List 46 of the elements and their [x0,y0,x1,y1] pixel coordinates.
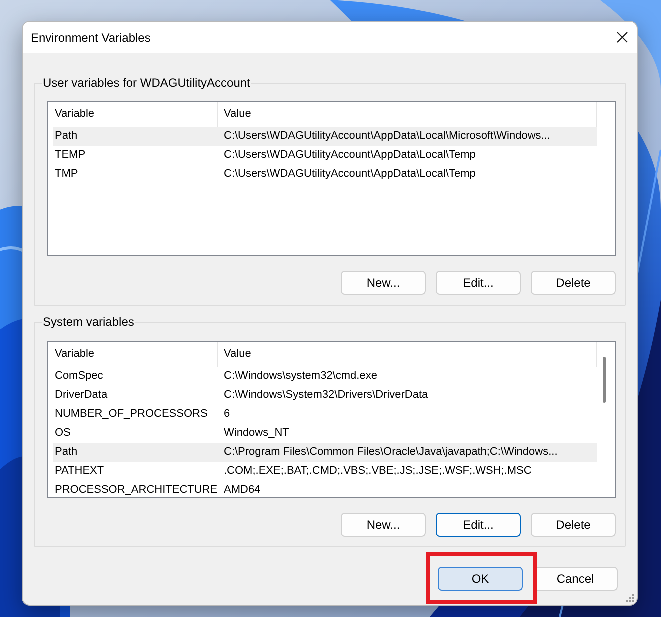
delete-button[interactable]: Delete [531,271,616,295]
edit-button[interactable]: Edit... [436,271,521,295]
list-row[interactable]: NUMBER_OF_PROCESSORS 6 [53,405,597,424]
value-cell-text: C:\Users\WDAGUtilityAccount\AppData\Local\Temp [223,148,477,163]
scrollbar-thumb[interactable] [603,357,606,403]
window-title: Environment Variables [31,30,151,46]
value-cell-text: C:\Users\WDAGUtilityAccount\AppData\Local\Temp [223,167,477,182]
column-header[interactable]: Variable [48,102,217,127]
value-cell-text: 6 [223,407,232,422]
list-row[interactable]: DriverData C:\Windows\System32\Drivers\DriverData [53,386,597,405]
resize-grip-icon[interactable] [626,594,634,602]
value-cell-text: C:\Windows\System32\Drivers\DriverData [223,388,430,403]
variable-cell-text: TMP [54,167,80,182]
group-label: System variables [42,315,136,329]
delete-button[interactable]: Delete [531,513,616,537]
value-cell-text: Windows_NT [223,426,290,441]
variable-cell-text: Path [54,129,79,144]
variable-cell-text: ComSpec [54,369,104,384]
variable-cell-text: TEMP [54,148,87,163]
value-cell-text: .COM;.EXE;.BAT;.CMD;.VBS;.VBE;.JS;.JSE;.WSF;.WSH;.MSC [223,464,533,479]
variable-cell-text: PROCESSOR_ARCHITECTURE [54,483,217,497]
column-header[interactable]: Value [217,342,596,367]
list-row[interactable]: TEMP C:\Users\WDAGUtilityAccount\AppData\Local\Temp [53,146,597,165]
edit-button[interactable]: Edit... [436,513,521,537]
list-row[interactable]: TMP C:\Users\WDAGUtilityAccount\AppData\Local\Temp [53,165,597,184]
list-row[interactable]: PATHEXT .COM;.EXE;.BAT;.CMD;.VBS;.VBE;.JS;.JSE;.WSF;.WSH;.MSC [53,462,597,481]
variable-cell-text: PATHEXT [54,464,106,479]
variable-cell-text: OS [54,426,72,441]
value-cell-text: C:\Users\WDAGUtilityAccount\AppData\Local\Microsoft\Windows... [223,129,552,144]
group-label: User variables for WDAGUtilityAccount [42,76,252,90]
list-row[interactable]: Path C:\Program Files\Common Files\Oracle\Java\javapath;C:\Windows... [53,443,597,462]
variable-cell-text: Path [54,445,79,460]
new-button[interactable]: New... [341,513,426,537]
value-cell-text: C:\Program Files\Common Files\Oracle\Java\javapath;C:\Windows... [223,445,559,460]
ok-button[interactable]: OK [438,567,523,591]
list-row[interactable]: OS Windows_NT [53,424,597,443]
value-cell-text: C:\Windows\system32\cmd.exe [223,369,378,384]
new-button[interactable]: New... [341,271,426,295]
list-row[interactable]: Path C:\Users\WDAGUtilityAccount\AppData\Local\Microsoft\Windows... [53,127,597,146]
value-cell-text: AMD64 [223,483,262,497]
list-row[interactable]: PROCESSOR_ARCHITECTURE AMD64 [53,481,597,497]
column-header[interactable]: Variable [48,342,217,367]
variable-cell-text: DriverData [54,388,109,403]
list-row[interactable]: ComSpec C:\Windows\system32\cmd.exe [53,367,597,386]
variable-cell-text: NUMBER_OF_PROCESSORS [54,407,209,422]
close-icon [616,32,628,43]
